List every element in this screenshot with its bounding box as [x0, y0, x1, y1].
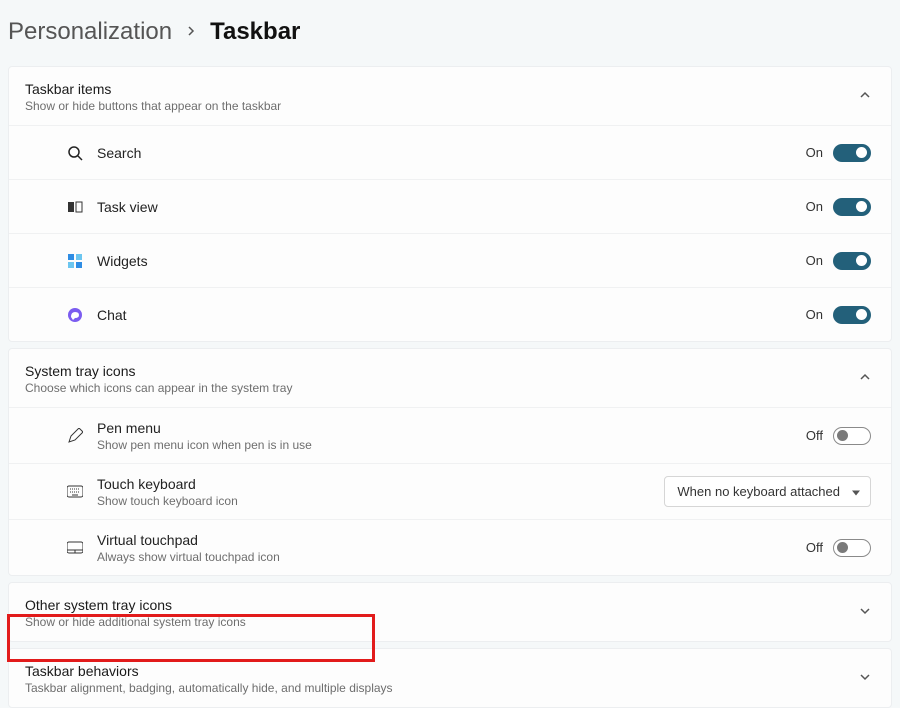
section-subtitle: Show or hide buttons that appear on the …	[25, 99, 281, 113]
toggle-widgets[interactable]	[833, 252, 871, 270]
row-label: Pen menu	[97, 420, 806, 436]
section-title: System tray icons	[25, 363, 292, 379]
chevron-up-icon	[859, 88, 871, 106]
section-title: Taskbar behaviors	[25, 663, 393, 679]
panel-head-taskbar-items[interactable]: Taskbar items Show or hide buttons that …	[9, 67, 891, 125]
keyboard-icon	[67, 484, 97, 500]
row-sublabel: Show touch keyboard icon	[97, 494, 664, 508]
touchpad-icon	[67, 540, 97, 556]
row-label: Widgets	[97, 253, 806, 269]
row-label: Task view	[97, 199, 806, 215]
panel-system-tray: System tray icons Choose which icons can…	[8, 348, 892, 576]
panel-taskbar-items: Taskbar items Show or hide buttons that …	[8, 66, 892, 342]
panel-other-tray-icons: Other system tray icons Show or hide add…	[8, 582, 892, 642]
breadcrumb-parent[interactable]: Personalization	[8, 18, 172, 46]
row-sublabel: Always show virtual touchpad icon	[97, 550, 806, 564]
row-label: Virtual touchpad	[97, 532, 806, 548]
section-subtitle: Taskbar alignment, badging, automaticall…	[25, 681, 393, 695]
toggle-state-label: On	[806, 145, 823, 160]
toggle-virtual-touchpad[interactable]	[833, 539, 871, 557]
chat-icon	[67, 307, 97, 323]
row-task-view: Task view On	[9, 179, 891, 233]
task-view-icon	[67, 199, 97, 215]
row-label: Search	[97, 145, 806, 161]
panel-head-other-tray-icons[interactable]: Other system tray icons Show or hide add…	[9, 583, 891, 641]
row-sublabel: Show pen menu icon when pen is in use	[97, 438, 806, 452]
toggle-task-view[interactable]	[833, 198, 871, 216]
toggle-state-label: Off	[806, 540, 823, 555]
search-icon	[67, 145, 97, 161]
toggle-chat[interactable]	[833, 306, 871, 324]
dropdown-touch-keyboard[interactable]: When no keyboard attached	[664, 476, 871, 507]
toggle-state-label: Off	[806, 428, 823, 443]
chevron-down-icon	[859, 604, 871, 622]
row-pen-menu: Pen menu Show pen menu icon when pen is …	[9, 407, 891, 463]
toggle-search[interactable]	[833, 144, 871, 162]
chevron-up-icon	[859, 370, 871, 388]
section-subtitle: Choose which icons can appear in the sys…	[25, 381, 292, 395]
toggle-state-label: On	[806, 307, 823, 322]
breadcrumb: Personalization Taskbar	[0, 0, 900, 66]
panel-taskbar-behaviors: Taskbar behaviors Taskbar alignment, bad…	[8, 648, 892, 708]
row-touch-keyboard: Touch keyboard Show touch keyboard icon …	[9, 463, 891, 519]
widgets-icon	[67, 253, 97, 269]
section-title: Taskbar items	[25, 81, 281, 97]
row-virtual-touchpad: Virtual touchpad Always show virtual tou…	[9, 519, 891, 575]
panel-head-taskbar-behaviors[interactable]: Taskbar behaviors Taskbar alignment, bad…	[9, 649, 891, 707]
pen-icon	[67, 428, 97, 444]
panel-head-system-tray[interactable]: System tray icons Choose which icons can…	[9, 349, 891, 407]
row-search: Search On	[9, 125, 891, 179]
section-subtitle: Show or hide additional system tray icon…	[25, 615, 246, 629]
toggle-pen-menu[interactable]	[833, 427, 871, 445]
row-widgets: Widgets On	[9, 233, 891, 287]
row-label: Chat	[97, 307, 806, 323]
toggle-state-label: On	[806, 253, 823, 268]
chevron-right-icon	[186, 23, 196, 41]
section-title: Other system tray icons	[25, 597, 246, 613]
breadcrumb-current: Taskbar	[210, 18, 300, 46]
row-label: Touch keyboard	[97, 476, 664, 492]
toggle-state-label: On	[806, 199, 823, 214]
row-chat: Chat On	[9, 287, 891, 341]
chevron-down-icon	[859, 670, 871, 688]
